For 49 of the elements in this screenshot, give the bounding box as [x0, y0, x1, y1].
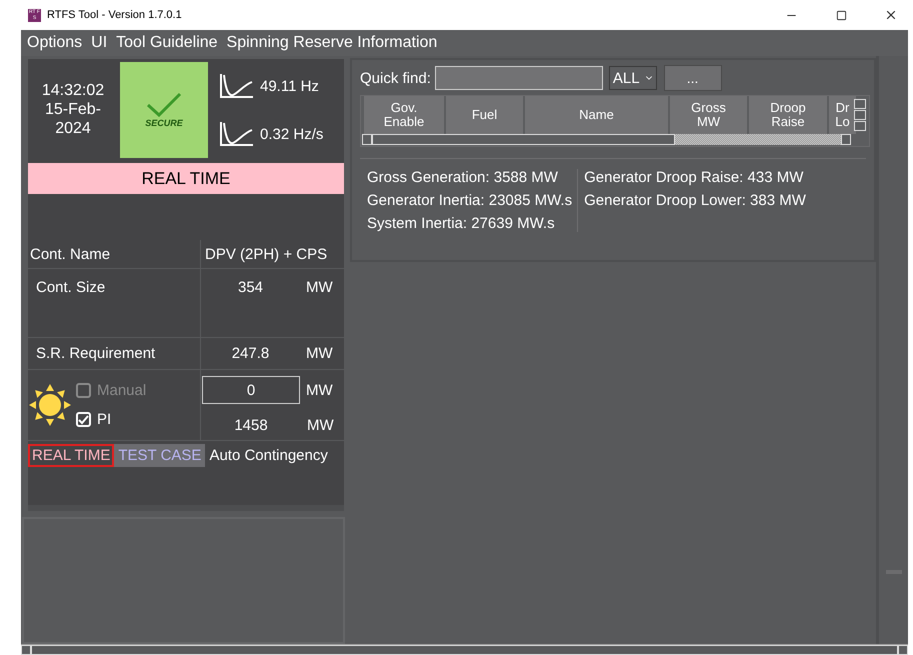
quick-find-label: Quick find:	[360, 70, 431, 86]
summary-stat: Generator Droop Lower: 383 MW	[584, 192, 806, 209]
summary-stat: Gross Generation: 3588 MW	[367, 169, 559, 186]
mode-tab[interactable]: REAL TIME	[28, 444, 114, 467]
maximize-icon[interactable]	[836, 10, 846, 20]
mode-banner: REAL TIME	[28, 163, 344, 194]
quick-find-field[interactable]	[434, 66, 603, 90]
row-value: 247.8	[200, 338, 300, 369]
unit-label: MW	[307, 416, 334, 434]
menu-item[interactable]: Options	[27, 34, 82, 52]
more-button[interactable]: ...	[664, 65, 722, 91]
clock-time: 14:32:02	[42, 82, 104, 100]
menu-item[interactable]: Spinning Reserve Information	[226, 34, 438, 52]
horizontal-scrollbar[interactable]	[21, 644, 908, 655]
frequency-curve-icon	[218, 73, 254, 99]
table-header: DPV (2PH) + CPS	[200, 240, 340, 268]
column-header[interactable]: Name	[525, 96, 670, 134]
summary-stat: Generator Droop Raise: 433 MW	[584, 169, 804, 186]
frequency-reading: 49.11 Hz	[260, 78, 319, 94]
close-icon[interactable]	[884, 8, 898, 22]
sun-icon	[28, 383, 72, 427]
checkbox-label: PI	[97, 411, 112, 428]
horizontal-scrollbar[interactable]	[362, 134, 851, 145]
rocof-reading: 0.32 Hz/s	[260, 126, 324, 142]
table-header: Cont. Name	[29, 244, 112, 264]
security-label: SECURE	[145, 118, 183, 128]
window-title: RTFS Tool - Version 1.7.0.1	[47, 9, 183, 21]
checkmark-icon	[146, 92, 182, 118]
row-label: S.R. Requirement	[35, 344, 156, 364]
date-text: 15-Feb-2024	[44, 100, 102, 138]
column-header[interactable]: Gov. Enable	[364, 96, 446, 134]
filter-dropdown[interactable]: ALL	[608, 66, 657, 90]
row-value: 1458	[233, 416, 269, 434]
checkbox-label: Manual	[97, 382, 146, 399]
column-header[interactable]: Fuel	[446, 96, 525, 134]
column-header[interactable]: Droop Raise	[749, 96, 829, 134]
mode-tab[interactable]: Auto Contingency	[205, 444, 332, 467]
summary-stat: Generator Inertia: 23085 MW.s	[367, 192, 572, 209]
menu-item[interactable]: Tool Guideline	[116, 34, 218, 52]
unit-label: MW	[305, 278, 334, 298]
column-header[interactable]: Gross MW	[670, 96, 749, 134]
vertical-scrollbar[interactable]	[854, 99, 866, 131]
row-value: 354	[200, 269, 300, 337]
row-label: Cont. Size	[35, 278, 106, 298]
unit-label: MW	[305, 344, 334, 364]
summary-stat: System Inertia: 27639 MW.s	[367, 215, 556, 232]
unit-label: MW	[306, 382, 333, 399]
menu-item[interactable]: UI	[91, 34, 108, 52]
frequency-curve-icon	[218, 121, 254, 147]
